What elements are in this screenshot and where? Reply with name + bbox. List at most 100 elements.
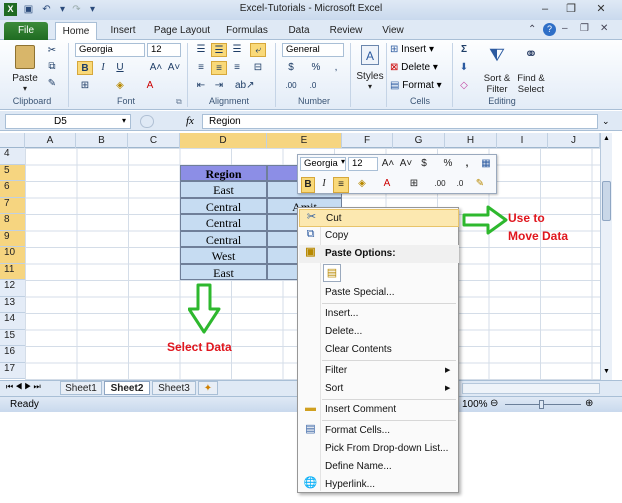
row-header[interactable]: 12 [0, 280, 25, 297]
mini-size-combo[interactable]: 12 [348, 157, 378, 171]
paste-option-icon[interactable]: ▤ [323, 264, 341, 282]
sheet-tab-sheet1[interactable]: Sheet1 [60, 381, 102, 395]
mini-center-icon[interactable]: ≡ [333, 177, 349, 193]
styles-button[interactable]: A Styles ▾ [354, 44, 384, 94]
help-icon[interactable]: ? [543, 23, 556, 36]
insert-sheet-icon[interactable]: ✦ [198, 381, 218, 395]
scroll-up-icon[interactable]: ▲ [602, 135, 611, 144]
row-header[interactable]: 15 [0, 329, 25, 346]
close-icon[interactable]: ✕ [592, 2, 610, 16]
menu-item-cut[interactable]: ✂ Cut [299, 209, 459, 227]
insert-cells-button[interactable]: ⊞ Insert ▾ [390, 43, 450, 57]
percent-icon[interactable]: % [308, 61, 324, 75]
tab-review[interactable]: Review [326, 22, 366, 40]
row-header[interactable]: 8 [0, 214, 25, 231]
copy-icon[interactable]: ⧉ [44, 60, 60, 74]
column-header-d[interactable]: D [180, 133, 267, 148]
align-middle-icon[interactable]: ☰ [211, 43, 227, 57]
tab-file[interactable]: File [4, 22, 48, 40]
mini-bold-icon[interactable]: B [301, 177, 315, 193]
font-dialog-launcher-icon[interactable]: ⧉ [176, 97, 182, 107]
column-header-f[interactable]: F [342, 133, 393, 148]
align-bottom-icon[interactable]: ☰ [229, 43, 245, 57]
expand-formula-bar-icon[interactable]: ⌄ [602, 116, 610, 127]
mini-font-color-icon[interactable]: A [380, 177, 394, 191]
row-header[interactable]: 7 [0, 197, 25, 214]
menu-item-paste-special[interactable]: Paste Special... [299, 284, 459, 302]
table-cell[interactable]: East [180, 181, 267, 198]
borders-icon[interactable]: ⊞ [77, 79, 93, 93]
mini-currency-icon[interactable]: $ [418, 157, 430, 171]
column-header-e[interactable]: E [267, 133, 342, 148]
row-header[interactable]: 16 [0, 346, 25, 363]
tab-insert[interactable]: Insert [103, 22, 143, 40]
menu-item-filter[interactable]: Filter ▶ [299, 362, 459, 380]
sheet-nav-arrows-icon[interactable]: ⏮◀▶⏭ [6, 382, 43, 392]
mini-format-painter-icon[interactable]: ▦ [478, 157, 494, 171]
decrease-decimal-icon[interactable]: .0 [305, 79, 321, 93]
font-name-combo[interactable]: Georgia [75, 43, 145, 57]
doc-restore-icon[interactable]: ❐ [580, 23, 589, 34]
row-header[interactable]: 13 [0, 296, 25, 313]
table-cell[interactable]: Central [180, 197, 267, 214]
row-header[interactable]: 5 [0, 164, 25, 181]
mini-shrink-font-icon[interactable]: A˅ [398, 157, 414, 171]
restore-icon[interactable]: ❐ [562, 2, 580, 16]
align-left-icon[interactable]: ≡ [193, 61, 209, 75]
row-header[interactable]: 6 [0, 181, 25, 198]
horizontal-scrollbar[interactable] [462, 383, 600, 394]
menu-item-pick-list[interactable]: Pick From Drop-down List... [299, 440, 459, 458]
fx-icon[interactable]: fx [186, 115, 194, 127]
table-header-cell[interactable]: Region [180, 164, 267, 181]
clear-icon[interactable]: ◇ [456, 79, 472, 93]
column-header-j[interactable]: J [548, 133, 600, 148]
mini-decrease-decimal-icon[interactable]: .0 [452, 177, 468, 191]
select-all-corner[interactable] [0, 133, 25, 148]
row-header[interactable]: 11 [0, 263, 25, 280]
mini-fill-color-icon[interactable]: ◈ [354, 177, 370, 191]
formula-input[interactable]: Region [202, 114, 598, 129]
mini-font-dropdown-icon[interactable]: ▾ [341, 157, 345, 166]
row-header[interactable]: 9 [0, 230, 25, 247]
format-cells-button[interactable]: ▤ Format ▾ [390, 79, 450, 93]
name-box[interactable]: D5 [5, 114, 131, 129]
ribbon-minimize-icon[interactable]: ⌃ [528, 24, 536, 35]
mini-brush-icon[interactable]: ✎ [472, 177, 488, 191]
minimize-icon[interactable]: – [536, 2, 554, 16]
menu-item-format-cells[interactable]: ▤ Format Cells... [299, 422, 459, 440]
font-size-combo[interactable]: 12 [147, 43, 181, 57]
table-cell[interactable]: East [180, 263, 267, 280]
mini-comma-icon[interactable]: , [462, 157, 472, 171]
row-header[interactable]: 17 [0, 362, 25, 379]
mini-percent-icon[interactable]: % [442, 157, 454, 171]
menu-item-hyperlink[interactable]: 🌐 Hyperlink... [299, 476, 459, 494]
column-header-i[interactable]: I [497, 133, 548, 148]
autosum-icon[interactable]: Σ [456, 43, 472, 57]
italic-icon[interactable]: I [95, 61, 111, 75]
sheet-tab-sheet3[interactable]: Sheet3 [152, 381, 196, 395]
table-cell[interactable]: Central [180, 230, 267, 247]
doc-close-icon[interactable]: ✕ [600, 23, 608, 34]
column-header-b[interactable]: B [76, 133, 128, 148]
row-header[interactable]: 4 [0, 148, 25, 165]
column-header-c[interactable]: C [128, 133, 180, 148]
decrease-indent-icon[interactable]: ⇤ [193, 79, 209, 93]
grow-font-icon[interactable]: A˄ [148, 61, 164, 75]
menu-item-clear-contents[interactable]: Clear Contents [299, 341, 459, 359]
table-cell[interactable]: Central [180, 214, 267, 231]
currency-icon[interactable]: $ [283, 61, 299, 75]
delete-cells-button[interactable]: ⊠ Delete ▾ [390, 61, 450, 75]
menu-item-define-name[interactable]: Define Name... [299, 458, 459, 476]
menu-item-sort[interactable]: Sort ▶ [299, 380, 459, 398]
tab-view[interactable]: View [376, 22, 410, 40]
align-top-icon[interactable]: ☰ [193, 43, 209, 57]
font-color-icon[interactable]: A [142, 79, 158, 93]
row-header[interactable]: 10 [0, 247, 25, 264]
shrink-font-icon[interactable]: A˅ [166, 61, 182, 75]
mini-borders-icon[interactable]: ⊞ [406, 177, 422, 191]
mini-increase-decimal-icon[interactable]: .00 [432, 177, 448, 191]
wrap-text-icon[interactable]: ⤶ [250, 43, 266, 57]
menu-item-copy[interactable]: ⧉ Copy [299, 227, 459, 245]
sort-filter-button[interactable]: ⧨ Sort & Filter [480, 43, 512, 95]
mini-font-combo[interactable]: Georgia [300, 157, 346, 171]
